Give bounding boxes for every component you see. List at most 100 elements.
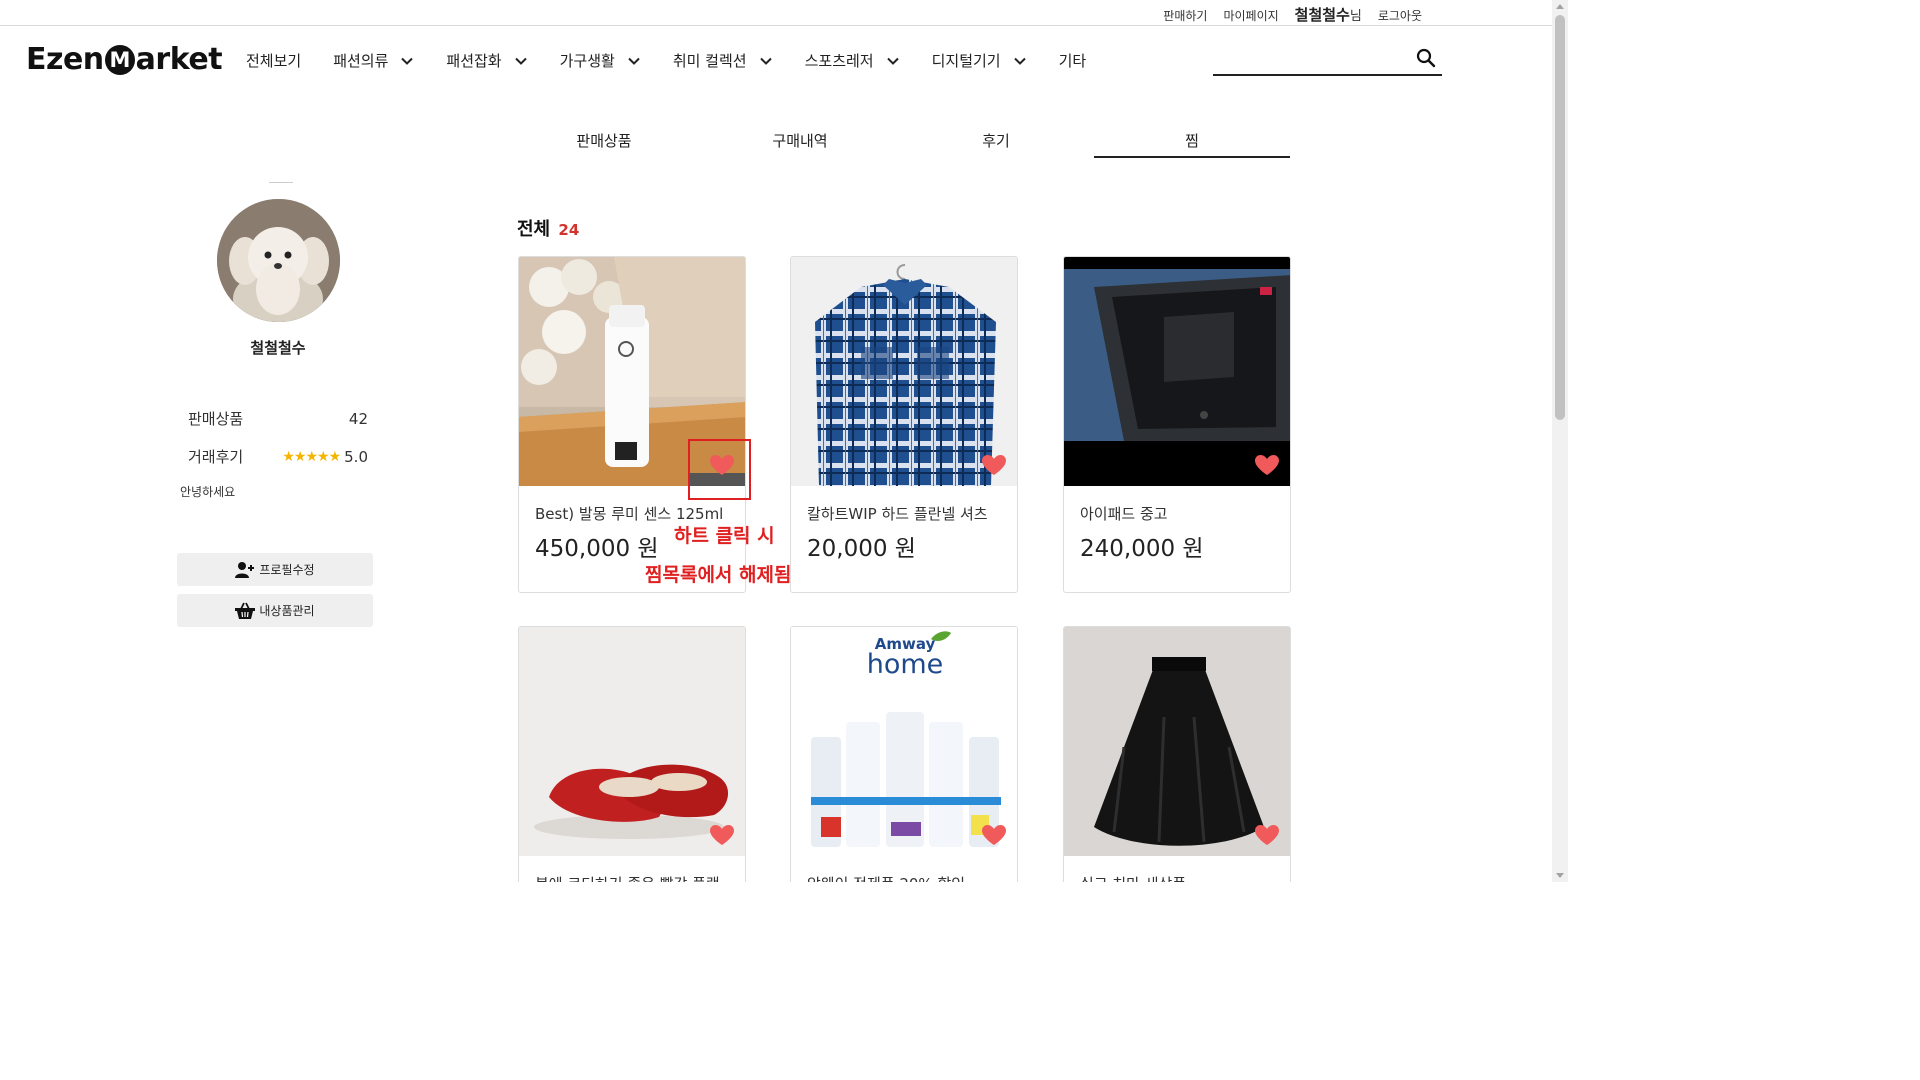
chevron-down-icon	[759, 57, 772, 65]
annotation-text-line1: 하트 클릭 시	[674, 525, 775, 547]
stat-reviews-label: 거래후기	[188, 448, 244, 466]
product-card[interactable]: 봄에 코디하기 좋은 빨강 플랫슈즈	[518, 626, 746, 882]
product-title: 암웨이 전제품 20% 할인	[807, 873, 1007, 882]
nav-item-digital[interactable]: 디지털기기	[932, 50, 1027, 71]
sell-link[interactable]: 판매하기	[1163, 7, 1207, 24]
heart-icon[interactable]	[1254, 824, 1280, 846]
heart-icon[interactable]	[981, 454, 1007, 476]
product-photo	[519, 627, 745, 856]
logo-text-prefix: Ezen	[26, 42, 104, 77]
edit-profile-label: 프로필수정	[259, 563, 315, 577]
wishlist-title-text: 전체	[517, 219, 551, 240]
product-price: 20,000 원	[807, 536, 916, 562]
utility-links: 판매하기 마이페이지 철철철수님 로그아웃	[1163, 4, 1422, 25]
nav-item-label: 패션의류	[333, 52, 389, 70]
star-rating-icon: ★★★★★	[282, 448, 341, 465]
nav-item-label: 전체보기	[246, 52, 302, 70]
username-suffix: 님	[1349, 9, 1362, 24]
scrollbar[interactable]	[1552, 0, 1568, 882]
annotation-highlight-box	[688, 439, 751, 500]
annotation-text-line2: 찜목록에서 해제됨	[645, 564, 792, 586]
rating: ★★★★★ 5.0	[282, 448, 368, 466]
search-icon[interactable]	[1416, 48, 1436, 68]
nav-item-label: 패션잡화	[446, 52, 502, 70]
chevron-down-icon	[886, 57, 899, 65]
add-user-icon	[235, 561, 255, 578]
wishlist-title: 전체 24	[517, 215, 579, 241]
scroll-down-arrow-icon[interactable]	[1556, 873, 1564, 878]
nav-item-fashion-clothing[interactable]: 패션의류	[333, 50, 414, 71]
stat-sales-label: 판매상품	[188, 410, 244, 428]
nav-item-fashion-accessories[interactable]: 패션잡화	[446, 50, 527, 71]
basket-icon	[235, 602, 256, 619]
mypage-link[interactable]: 마이페이지	[1223, 7, 1278, 24]
nav-item-label: 가구생활	[559, 52, 615, 70]
product-photo	[1064, 627, 1290, 856]
scrollbar-thumb[interactable]	[1555, 15, 1565, 420]
product-image: Amway home	[791, 627, 1017, 856]
product-title: 아이패드 중고	[1080, 505, 1168, 523]
heart-icon[interactable]	[981, 824, 1007, 846]
mypage-tabs: 판매상품 구매내역 후기 찜	[506, 124, 1290, 158]
tab-wishlist[interactable]: 찜	[1094, 124, 1290, 158]
wishlist-count: 24	[558, 221, 580, 239]
nav-item-sports-leisure[interactable]: 스포츠레저	[805, 50, 900, 71]
top-utility-bar: 판매하기 마이페이지 철철철수님 로그아웃	[0, 0, 1552, 26]
search-box	[1213, 46, 1442, 76]
nav-item-label: 취미 컬렉션	[672, 52, 747, 70]
product-image	[1064, 257, 1290, 486]
product-card[interactable]: 아이패드 중고 240,000 원	[1063, 256, 1291, 593]
manage-products-button[interactable]: 내상품관리	[177, 594, 373, 627]
chevron-down-icon	[401, 57, 414, 65]
rating-value: 5.0	[344, 447, 368, 466]
logo-m-mark: M	[104, 44, 135, 75]
product-image	[519, 627, 745, 856]
svg-text:home: home	[867, 649, 944, 680]
product-price: 450,000 원	[535, 536, 659, 562]
avatar	[217, 199, 340, 322]
tab-purchases[interactable]: 구매내역	[702, 124, 898, 158]
product-card[interactable]: 칼하트WIP 하드 플란넬 셔츠 20,000 원	[790, 256, 1018, 593]
amway-home-logo: Amway home	[867, 631, 951, 680]
product-photo	[791, 257, 1017, 486]
profile-divider	[269, 182, 293, 183]
avatar-dog-image	[217, 199, 340, 322]
product-image	[791, 257, 1017, 486]
product-title: 실크 치마 새상품	[1080, 873, 1280, 882]
logo-text-suffix: arket	[135, 42, 223, 77]
search-input[interactable]	[1213, 46, 1403, 72]
chevron-down-icon	[628, 57, 640, 65]
username: 철철철수	[1294, 6, 1350, 24]
nav-item-all[interactable]: 전체보기	[246, 50, 301, 71]
profile-intro: 안녕하세요	[180, 485, 236, 499]
profile-name: 철철철수	[250, 339, 306, 357]
stat-sales: 판매상품 42	[188, 408, 368, 429]
stat-reviews: 거래후기 ★★★★★ 5.0	[188, 446, 368, 467]
nav-item-hobby-collection[interactable]: 취미 컬렉션	[673, 50, 773, 71]
edit-profile-button[interactable]: 프로필수정	[177, 553, 373, 586]
scroll-up-arrow-icon[interactable]	[1556, 4, 1564, 9]
user-greeting: 철철철수님	[1295, 4, 1362, 25]
product-card[interactable]: 실크 치마 새상품	[1063, 626, 1291, 882]
main-nav: 전체보기 패션의류 패션잡화 가구생활 취미 컬렉션 스포츠레저 디지털기기 기…	[246, 50, 1118, 71]
page: 판매하기 마이페이지 철철철수님 로그아웃 Ezen Market 전체보기 패션…	[0, 0, 1568, 882]
heart-icon[interactable]	[709, 824, 735, 846]
product-price: 240,000 원	[1080, 536, 1204, 562]
product-card[interactable]: Amway home 암웨이 전제품 20% 할인	[790, 626, 1018, 882]
product-title: 봄에 코디하기 좋은 빨강 플랫슈즈	[535, 873, 735, 882]
chevron-down-icon	[1013, 57, 1026, 65]
product-photo	[1064, 257, 1290, 486]
tab-reviews[interactable]: 후기	[898, 124, 1094, 158]
nav-item-etc[interactable]: 기타	[1059, 50, 1087, 71]
heart-icon[interactable]	[1254, 454, 1280, 476]
nav-item-label: 디지털기기	[931, 52, 1001, 70]
logout-link[interactable]: 로그아웃	[1378, 7, 1422, 24]
chevron-down-icon	[514, 57, 527, 65]
logo[interactable]: Ezen Market	[26, 42, 223, 77]
stat-sales-count: 42	[348, 409, 368, 428]
product-title: 칼하트WIP 하드 플란넬 셔츠	[807, 505, 988, 523]
manage-products-label: 내상품관리	[259, 604, 315, 618]
tab-products[interactable]: 판매상품	[506, 124, 702, 158]
nav-item-furniture-living[interactable]: 가구생활	[560, 50, 641, 71]
product-image	[1064, 627, 1290, 856]
